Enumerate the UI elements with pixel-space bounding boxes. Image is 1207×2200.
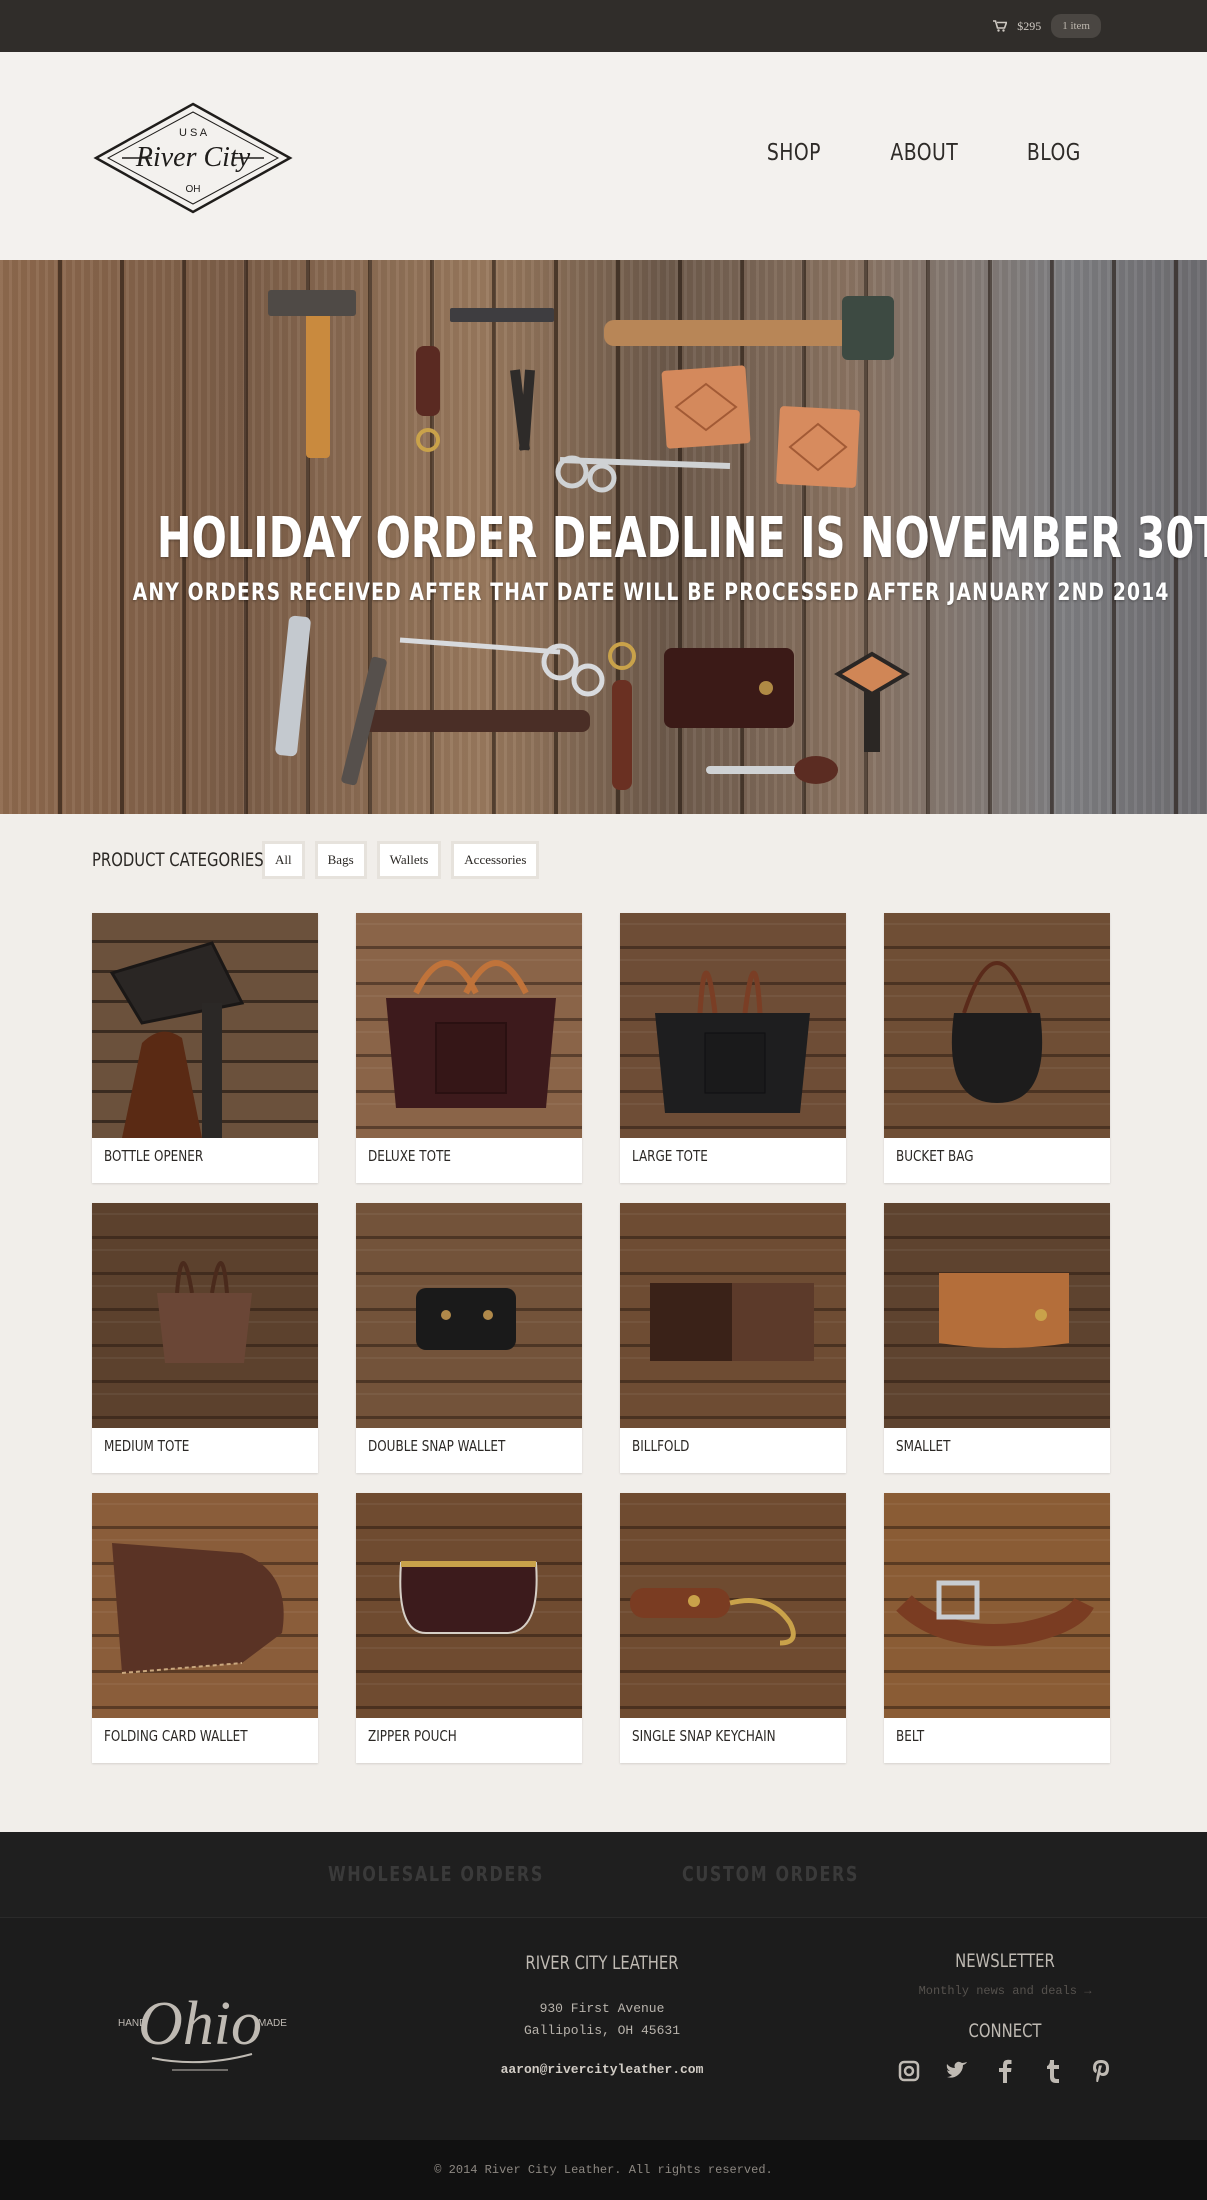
company-heading: RIVER CITY LEATHER [525,1952,679,1974]
product-name[interactable]: ZIPPER POUCH [368,1727,457,1745]
belt-photo[interactable] [884,1493,1110,1718]
product-name[interactable]: BILLFOLD [632,1437,689,1455]
product-card[interactable]: BOTTLE OPENER [92,913,318,1183]
product-name[interactable]: BOTTLE OPENER [104,1147,203,1165]
smallet-photo[interactable] [884,1203,1110,1428]
address-line-1: 930 First Avenue [539,2001,665,2016]
product-card[interactable]: BILLFOLD [620,1203,846,1473]
categories-heading: PRODUCT CATEGORIES [92,849,264,871]
double-snap-wallet-photo[interactable] [356,1203,582,1428]
newsletter-link[interactable]: Monthly news and deals → [880,1984,1130,1998]
product-card[interactable]: SINGLE SNAP KEYCHAIN [620,1493,846,1763]
email-link[interactable]: aaron@rivercityleather.com [472,2062,732,2077]
product-name[interactable]: SINGLE SNAP KEYCHAIN [632,1727,776,1745]
product-name[interactable]: BUCKET BAG [896,1147,974,1165]
zipper-pouch-photo[interactable] [356,1493,582,1718]
instagram-icon[interactable] [896,2058,922,2084]
contact-column: RIVER CITY LEATHER 930 First Avenue Gall… [472,1952,732,2077]
product-name[interactable]: DOUBLE SNAP WALLET [368,1437,505,1455]
hero-title: HOLIDAY ORDER DEADLINE IS NOVEMBER 30TH [156,506,1207,571]
product-card[interactable]: ZIPPER POUCH [356,1493,582,1763]
billfold-photo[interactable] [620,1203,846,1428]
large-tote-photo[interactable] [620,913,846,1138]
bottle-opener-photo[interactable] [92,913,318,1138]
cart-icon [993,20,1008,32]
connect-heading: CONNECT [968,2020,1042,2042]
ohio-right-text: MADE [258,2018,287,2029]
nav-blog[interactable]: BLOG [1027,140,1081,166]
product-card[interactable]: BUCKET BAG [884,913,1110,1183]
facebook-icon[interactable] [992,2058,1018,2084]
filter-bags-button[interactable]: Bags [314,841,367,879]
product-card[interactable]: FOLDING CARD WALLET [92,1493,318,1763]
product-card[interactable]: DELUXE TOTE [356,913,582,1183]
custom-orders-link[interactable]: CUSTOM ORDERS [682,1862,859,1886]
filter-all-button[interactable]: All [262,841,305,879]
hero-subtitle: ANY ORDERS RECEIVED AFTER THAT DATE WILL… [132,578,1170,606]
river-city-logo[interactable]: U S A River City OH [92,100,294,216]
hand-made-ohio-logo: HAND Ohio MADE [118,1990,287,2071]
keychain-photo[interactable] [620,1493,846,1718]
social-links [880,2058,1130,2084]
main-nav: SHOP ABOUT BLOG [761,140,1087,166]
product-name[interactable]: MEDIUM TOTE [104,1437,189,1455]
site-header: U S A River City OH SHOP ABOUT BLOG [0,52,1207,260]
cart-summary[interactable]: $295 1 item [993,12,1101,40]
product-name[interactable]: FOLDING CARD WALLET [104,1727,248,1745]
filter-wallets-button[interactable]: Wallets [376,841,442,879]
product-name[interactable]: LARGE TOTE [632,1147,708,1165]
product-card[interactable]: LARGE TOTE [620,913,846,1183]
product-name[interactable]: SMALLET [896,1437,950,1455]
product-card[interactable]: BELT [884,1493,1110,1763]
product-name[interactable]: BELT [896,1727,924,1745]
category-filter-bar: PRODUCT CATEGORIES All Bags Wallets Acce… [92,841,540,879]
deluxe-tote-photo[interactable] [356,913,582,1138]
site-footer: HAND Ohio MADE RIVER CITY LEATHER 930 Fi… [0,1918,1207,2140]
tumblr-icon[interactable] [1040,2058,1066,2084]
nav-shop[interactable]: SHOP [767,140,821,166]
bucket-bag-photo[interactable] [884,913,1110,1138]
wholesale-orders-link[interactable]: WHOLESALE ORDERS [328,1862,544,1886]
logo-top-text: U S A [179,127,208,139]
twitter-icon[interactable] [944,2058,970,2084]
cart-total[interactable]: $295 [1017,19,1041,34]
product-card[interactable]: DOUBLE SNAP WALLET [356,1203,582,1473]
orders-band: WHOLESALE ORDERS CUSTOM ORDERS [0,1832,1207,1918]
product-card[interactable]: MEDIUM TOTE [92,1203,318,1473]
filter-accessories-button[interactable]: Accessories [451,841,540,879]
logo-wordmark: River City [135,142,251,173]
medium-tote-photo[interactable] [92,1203,318,1428]
nav-about[interactable]: ABOUT [890,140,958,166]
newsletter-connect-column: NEWSLETTER Monthly news and deals → CONN… [880,1950,1130,2084]
product-name[interactable]: DELUXE TOTE [368,1147,451,1165]
top-bar: $295 1 item [0,0,1207,52]
folding-card-wallet-photo[interactable] [92,1493,318,1718]
logo-bottom-text: OH [186,184,201,195]
hero-banner[interactable]: HOLIDAY ORDER DEADLINE IS NOVEMBER 30TH … [0,260,1207,814]
cart-count-badge[interactable]: 1 item [1051,14,1101,38]
pinterest-icon[interactable] [1088,2058,1114,2084]
address-line-2: Gallipolis, OH 45631 [523,2023,681,2038]
newsletter-heading: NEWSLETTER [955,1950,1055,1972]
copyright: © 2014 River City Leather. All rights re… [0,2140,1207,2200]
product-card[interactable]: SMALLET [884,1203,1110,1473]
ohio-word: Ohio [138,1990,262,2058]
